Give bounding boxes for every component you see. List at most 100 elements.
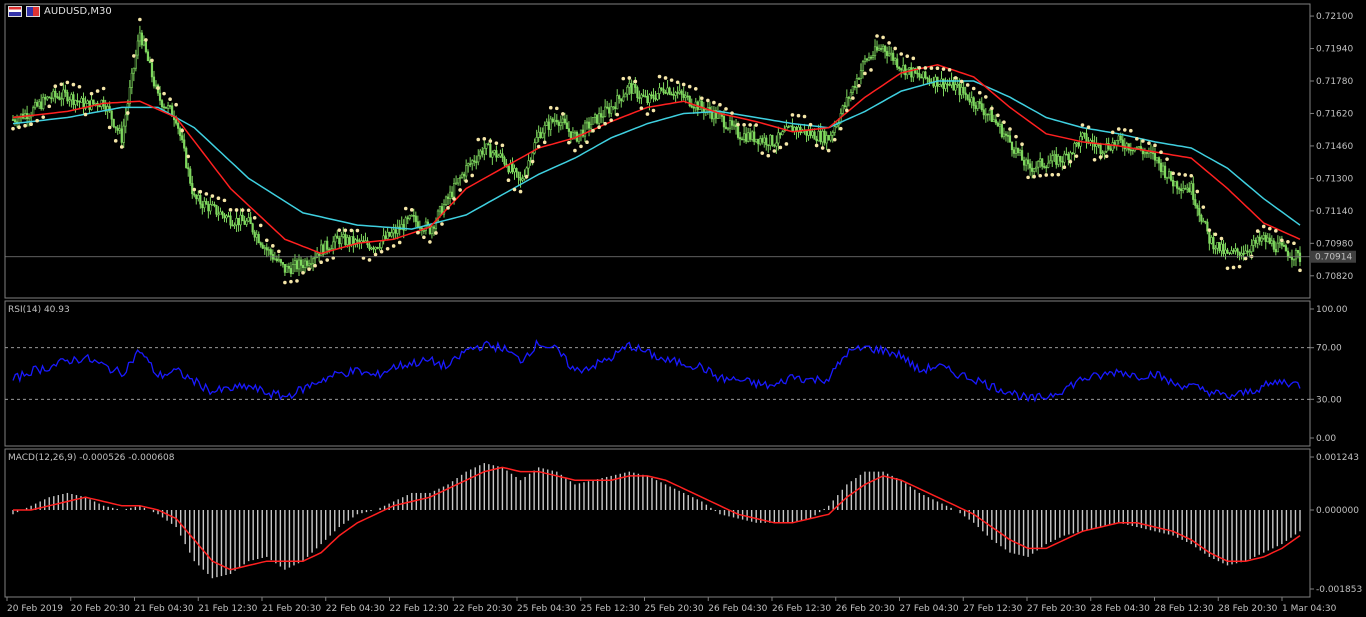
candle-body	[70, 94, 73, 101]
sar-dot	[1122, 128, 1127, 132]
sar-dot	[440, 222, 444, 226]
candle-body	[44, 96, 47, 100]
candle-body	[1000, 124, 1004, 138]
candle-body	[54, 90, 57, 97]
candle-body	[690, 105, 693, 108]
sar-dot	[89, 91, 94, 96]
sar-dot	[996, 113, 1000, 118]
sar-dot	[1086, 125, 1091, 129]
candle-body	[380, 240, 383, 248]
sar-dot	[718, 102, 722, 107]
candle-body	[402, 224, 405, 231]
sar-dot	[953, 76, 958, 80]
candle-body	[777, 132, 780, 144]
candle-body	[672, 93, 675, 96]
candle-body	[471, 160, 474, 164]
candle-body	[350, 236, 353, 245]
candle-body	[851, 86, 854, 93]
candle-body	[682, 93, 685, 98]
sar-dot	[162, 91, 166, 96]
sar-dot	[494, 141, 499, 145]
candle-body	[66, 92, 69, 102]
sar-dot	[712, 100, 716, 105]
candle-body	[962, 87, 965, 94]
candle-body	[668, 87, 671, 95]
candle-body	[745, 133, 748, 142]
sar-dot	[748, 123, 752, 127]
candle-body	[865, 58, 869, 61]
x-tick-label: 26 Feb 12:30	[772, 604, 831, 614]
candle-body	[724, 126, 728, 129]
sar-dot	[367, 258, 372, 262]
candle-body	[124, 114, 127, 127]
candle-body	[80, 97, 83, 103]
candle-body	[72, 94, 75, 105]
candle-body	[473, 160, 476, 163]
sar-dot	[126, 111, 130, 115]
candle-body	[749, 132, 752, 140]
sar-dot	[1177, 172, 1181, 176]
trading-chart[interactable]: 0.72100 0.71940 0.71780 0.71620 0.71460 0.713…	[0, 0, 1366, 617]
macd-title: MACD(12,26,9) -0.000526 -0.000608	[8, 453, 175, 463]
candle-body	[255, 234, 258, 238]
candle-body	[1145, 152, 1149, 154]
candle-body	[122, 125, 125, 143]
sar-dot	[681, 82, 686, 87]
candle-body	[1047, 162, 1050, 168]
rsi-title: RSI(14) 40.93	[8, 305, 70, 315]
candle-body	[243, 220, 246, 225]
sar-dot	[887, 41, 891, 45]
candle-body	[175, 119, 178, 124]
candle-body	[74, 100, 77, 105]
candle-body	[1248, 251, 1251, 253]
candle-body	[1198, 208, 1201, 216]
candle-body	[1033, 168, 1036, 172]
sar-dot	[784, 142, 789, 146]
candle-body	[831, 132, 834, 136]
candle-body	[557, 121, 560, 126]
candle-body	[1101, 152, 1104, 155]
candle-body	[364, 240, 367, 243]
sar-dot	[216, 196, 221, 201]
candle-body	[48, 96, 51, 99]
y-tick-label: 70.00	[1316, 344, 1342, 354]
candle-body	[1024, 159, 1028, 166]
candle-body	[1119, 135, 1122, 141]
candle-body	[1029, 163, 1032, 169]
sar-dot	[603, 121, 607, 126]
candle-body	[1272, 240, 1275, 250]
candle-body	[370, 247, 373, 250]
sar-dot	[47, 104, 52, 109]
sar-dot	[990, 106, 994, 111]
candle-body	[356, 239, 359, 242]
candle-body	[787, 126, 790, 128]
candle-body	[475, 161, 478, 164]
candle-body	[201, 203, 204, 209]
candle-body	[1151, 152, 1155, 154]
candle-body	[956, 83, 959, 86]
sar-dot	[621, 76, 626, 81]
candle-body	[336, 235, 339, 239]
candle-body	[406, 217, 409, 220]
sar-dot	[700, 96, 704, 101]
y-tick-label: 0.001243	[1316, 453, 1359, 463]
candle-body	[660, 87, 663, 90]
sar-dot	[959, 79, 964, 84]
candle-body	[289, 268, 293, 274]
candle-body	[86, 100, 89, 104]
candle-body	[98, 105, 101, 108]
candle-body	[1180, 188, 1183, 192]
sar-dot	[512, 187, 517, 192]
candle-body	[1012, 149, 1016, 154]
sar-dot	[905, 54, 910, 58]
candle-body	[213, 204, 216, 206]
candle-body	[416, 221, 419, 228]
candle-body	[922, 71, 925, 79]
candle-body	[1129, 149, 1132, 152]
sar-dot	[838, 126, 843, 131]
candle-body	[1165, 176, 1169, 179]
x-tick-label: 28 Feb 20:30	[1218, 604, 1277, 614]
y-tick-label: 0.71780	[1316, 77, 1353, 87]
candle-body	[207, 203, 210, 212]
candle-body	[680, 90, 683, 95]
